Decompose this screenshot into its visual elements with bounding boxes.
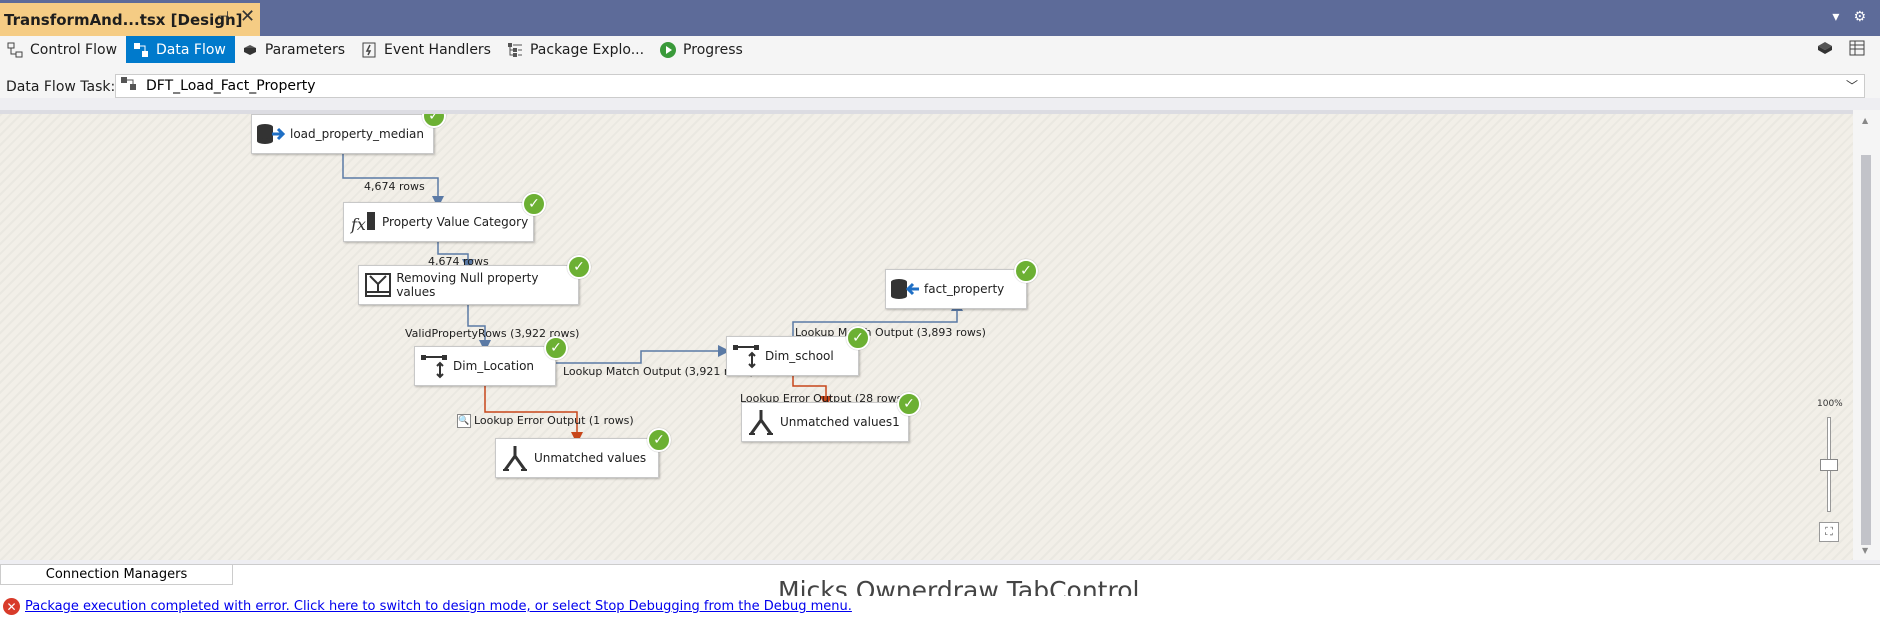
node-label: fact_property bbox=[924, 282, 1005, 296]
success-check-icon: ✓ bbox=[544, 336, 568, 360]
success-check-icon: ✓ bbox=[897, 392, 921, 416]
tab-data-flow[interactable]: Data Flow bbox=[126, 36, 235, 63]
data-flow-task-label: Data Flow Task: bbox=[6, 79, 116, 95]
success-check-icon: ✓ bbox=[567, 255, 591, 279]
ole-db-destination-icon bbox=[886, 278, 924, 300]
tab-progress[interactable]: Progress bbox=[653, 36, 752, 63]
tab-event-handlers[interactable]: Event Handlers bbox=[354, 36, 500, 63]
node-label: Dim_Location bbox=[453, 359, 535, 373]
success-check-icon: ✓ bbox=[1014, 259, 1038, 283]
tab-control-flow[interactable]: Control Flow bbox=[0, 36, 126, 63]
tab-label: Event Handlers bbox=[384, 41, 491, 58]
path-label[interactable]: Lookup Error Output (1 rows) bbox=[474, 414, 634, 427]
lookup-icon bbox=[727, 343, 765, 369]
play-icon bbox=[659, 41, 677, 59]
node-label: Dim_school bbox=[765, 349, 834, 363]
tab-package-explorer[interactable]: Package Explo... bbox=[500, 36, 653, 63]
zoom-to-fit-icon[interactable]: ⛶ bbox=[1819, 522, 1839, 542]
union-all-icon bbox=[496, 444, 534, 472]
document-tab-title: TransformAnd...tsx [Design] bbox=[4, 10, 243, 29]
control-flow-icon bbox=[6, 41, 24, 59]
dropdown-arrow-icon[interactable]: ▾ bbox=[1832, 9, 1839, 25]
conditional-split-icon bbox=[359, 272, 396, 298]
close-icon[interactable]: ✕ bbox=[240, 6, 255, 27]
event-handlers-icon bbox=[360, 41, 378, 59]
zoom-slider-handle[interactable] bbox=[1820, 459, 1838, 471]
node-unmatched-values[interactable]: Unmatched values bbox=[495, 438, 659, 478]
connection-managers-area: Connection Managers Micks Ownerdraw TabC… bbox=[0, 564, 1880, 597]
success-check-icon: ✓ bbox=[647, 428, 671, 452]
tab-parameters[interactable]: Parameters bbox=[235, 36, 354, 63]
package-explorer-icon bbox=[506, 41, 524, 59]
success-check-icon: ✓ bbox=[522, 192, 546, 216]
document-tab-bar: TransformAnd...tsx [Design] ⊣ ✕ ▾ ⚙ bbox=[0, 0, 1880, 36]
node-removing-null-property-values[interactable]: Removing Null property values bbox=[358, 265, 579, 305]
node-dim-location[interactable]: Dim_Location bbox=[414, 346, 556, 386]
data-flow-task-value: DFT_Load_Fact_Property bbox=[146, 78, 316, 94]
path-label[interactable]: 4,674 rows bbox=[364, 180, 425, 193]
tab-label: Package Explo... bbox=[529, 41, 645, 58]
scrollbar-thumb[interactable] bbox=[1861, 155, 1871, 545]
union-all-icon bbox=[742, 408, 780, 436]
error-icon: ✕ bbox=[3, 598, 20, 615]
node-label: load_property_median bbox=[290, 127, 424, 141]
document-tab[interactable]: TransformAnd...tsx [Design] ⊣ ✕ bbox=[0, 3, 260, 36]
node-property-value-category[interactable]: fx Property Value Category bbox=[343, 202, 534, 242]
data-viewer-icon[interactable]: 🔍 bbox=[457, 414, 471, 428]
node-label: Unmatched values bbox=[534, 451, 647, 465]
node-label: Removing Null property values bbox=[396, 271, 539, 299]
success-check-icon: ✓ bbox=[846, 326, 870, 350]
lookup-icon bbox=[415, 353, 453, 379]
ownerdraw-tabcontrol-text: Micks Ownerdraw TabControl bbox=[778, 576, 1140, 597]
parameters-icon bbox=[241, 41, 259, 59]
tab-label: Data Flow bbox=[156, 41, 226, 58]
node-label: Property Value Category bbox=[382, 215, 529, 229]
node-dim-school[interactable]: Dim_school bbox=[726, 336, 859, 376]
path-location-to-unmatched bbox=[484, 382, 583, 444]
path-location-to-school bbox=[556, 345, 730, 364]
tab-label: Parameters bbox=[264, 41, 345, 58]
variables-grid-icon[interactable] bbox=[1848, 39, 1866, 61]
node-unmatched-values1[interactable]: Unmatched values1 bbox=[741, 402, 909, 442]
node-load-property-median[interactable]: load_property_median bbox=[251, 114, 434, 154]
status-bar: ✕ Package execution completed with error… bbox=[0, 596, 1880, 617]
scroll-up-icon[interactable]: ▲ bbox=[1862, 116, 1868, 125]
tab-label: Control Flow bbox=[30, 41, 118, 58]
node-fact-property[interactable]: fact_property bbox=[885, 269, 1027, 309]
zoom-control: 100% ⛶ bbox=[1815, 399, 1845, 559]
vertical-scrollbar[interactable]: ▲ ▼ bbox=[1853, 110, 1880, 560]
tab-connection-managers[interactable]: Connection Managers bbox=[0, 565, 233, 585]
path-source-to-derived bbox=[342, 148, 444, 208]
zoom-level: 100% bbox=[1817, 399, 1843, 409]
data-flow-icon bbox=[132, 41, 150, 59]
data-flow-canvas[interactable]: 4,674 rows 4,674 rows ValidPropertyRows … bbox=[0, 110, 1853, 560]
designer-toolbar: Control Flow Data Flow Parameters Event … bbox=[0, 36, 1880, 98]
gear-icon[interactable]: ⚙ bbox=[1853, 9, 1866, 25]
scroll-down-icon[interactable]: ▼ bbox=[1862, 546, 1868, 555]
package-icon[interactable] bbox=[1816, 39, 1834, 61]
derived-column-icon: fx bbox=[344, 210, 382, 234]
node-label: Unmatched values1 bbox=[780, 415, 900, 429]
data-flow-task-icon bbox=[120, 76, 138, 96]
data-flow-task-select[interactable]: DFT_Load_Fact_Property ﹀ bbox=[115, 74, 1865, 98]
svg-text:fx: fx bbox=[350, 215, 366, 234]
tab-label: Progress bbox=[683, 41, 743, 58]
pin-icon[interactable]: ⊣ bbox=[217, 9, 229, 25]
status-message-link[interactable]: Package execution completed with error. … bbox=[25, 599, 852, 614]
ole-db-source-icon bbox=[252, 123, 290, 145]
chevron-down-icon[interactable]: ﹀ bbox=[1846, 77, 1858, 94]
